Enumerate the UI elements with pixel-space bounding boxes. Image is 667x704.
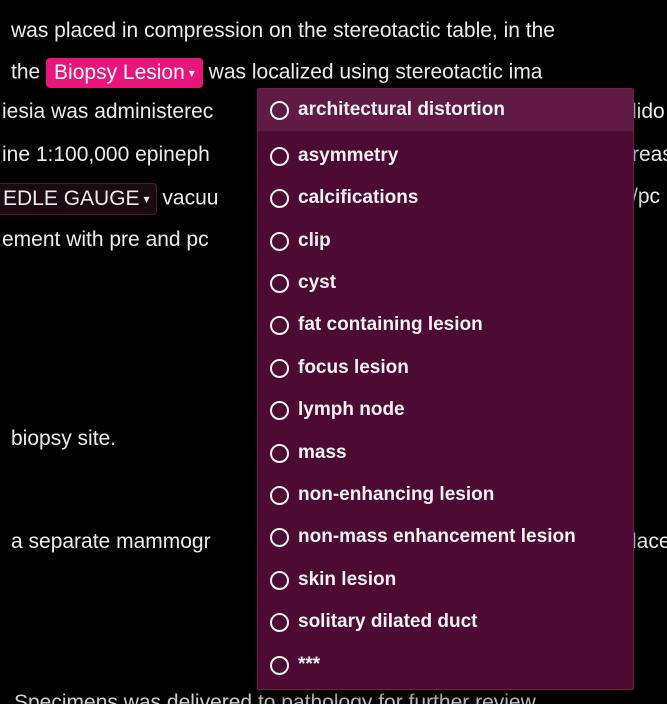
radio-unchecked-icon: [270, 188, 289, 208]
menu-option[interactable]: solitary dilated duct: [258, 601, 633, 643]
document-line: ement with pre and pc: [2, 226, 209, 254]
document-text: was localized using stereotactic ima: [208, 60, 543, 84]
menu-option[interactable]: calcifications: [258, 177, 633, 219]
radio-unchecked-icon: [270, 273, 289, 293]
radio-unchecked-icon: [270, 100, 289, 120]
menu-option[interactable]: focus lesion: [258, 347, 633, 389]
document-text: lido: [632, 100, 665, 123]
document-text: was placed in compression on the stereot…: [11, 19, 555, 42]
document-text: a separate mammogr: [11, 530, 211, 553]
radio-unchecked-icon: [270, 570, 289, 590]
menu-option[interactable]: architectural distortion: [258, 89, 633, 131]
chevron-down-icon: ▾: [143, 192, 150, 206]
radio-unchecked-icon: [270, 485, 289, 505]
option-label: calcifications: [298, 187, 419, 208]
option-label: skin lesion: [298, 569, 397, 590]
document-text: ine 1:100,000 epineph: [2, 143, 210, 166]
menu-option[interactable]: ***: [258, 644, 633, 686]
menu-option[interactable]: lymph node: [258, 389, 633, 431]
radio-unchecked-icon: [270, 315, 289, 335]
option-label: non-mass enhancement lesion: [298, 526, 576, 547]
dropdown-label: Biopsy Lesion: [54, 61, 185, 84]
document-line: the Biopsy Lesion ▾ was localized using s…: [11, 58, 543, 88]
document-line-fragment: /pc: [632, 183, 660, 211]
document-text: Specimens was delivered to pathology for…: [14, 691, 541, 704]
document-body: was placed in compression on the stereot…: [0, 0, 667, 704]
option-label: cyst: [298, 272, 337, 293]
radio-unchecked-icon: [270, 400, 289, 420]
radio-unchecked-icon: [270, 231, 289, 251]
menu-option[interactable]: mass: [258, 432, 633, 474]
menu-option[interactable]: non-mass enhancement lesion: [258, 516, 633, 558]
radio-unchecked-icon: [270, 655, 289, 675]
dropdown-label: EDLE GAUGE: [3, 187, 140, 210]
biopsy-lesion-dropdown[interactable]: Biopsy Lesion ▾: [46, 58, 203, 88]
document-line: a separate mammogr: [11, 528, 211, 556]
menu-option[interactable]: cyst: [258, 262, 633, 304]
document-text: iesia was administerec: [2, 100, 214, 123]
option-label: asymmetry: [298, 145, 399, 166]
document-line-fragment: lace: [632, 528, 667, 556]
menu-option[interactable]: asymmetry: [258, 135, 633, 177]
option-label: clip: [298, 230, 331, 251]
lesion-type-menu[interactable]: architectural distortion asymmetry calci…: [257, 88, 634, 690]
chevron-down-icon: ▾: [188, 66, 195, 80]
document-line: iesia was administerec: [2, 98, 213, 126]
option-label: focus lesion: [298, 357, 409, 378]
document-line: EDLE GAUGE ▾ vacuu: [0, 183, 219, 215]
radio-unchecked-icon: [270, 358, 289, 378]
document-line: biopsy site.: [11, 425, 116, 453]
option-label: fat containing lesion: [298, 314, 483, 335]
document-text: lace: [632, 530, 667, 553]
document-text: the: [11, 60, 41, 84]
document-line: Specimens was delivered to pathology for…: [14, 689, 540, 704]
option-label: ***: [298, 654, 321, 675]
document-text: vacuu: [162, 186, 219, 210]
document-line-fragment: reas: [632, 141, 667, 169]
document-text: reas: [632, 143, 667, 166]
menu-option[interactable]: fat containing lesion: [258, 304, 633, 346]
option-label: lymph node: [298, 399, 405, 420]
needle-gauge-dropdown[interactable]: EDLE GAUGE ▾: [0, 183, 157, 215]
menu-option[interactable]: non-enhancing lesion: [258, 474, 633, 516]
radio-unchecked-icon: [270, 443, 289, 463]
option-label: architectural distortion: [298, 99, 505, 120]
option-label: mass: [298, 442, 347, 463]
document-text: ement with pre and pc: [2, 228, 209, 251]
radio-unchecked-icon: [270, 527, 289, 547]
option-label: solitary dilated duct: [298, 611, 478, 632]
document-line-fragment: lido: [632, 98, 665, 126]
radio-unchecked-icon: [270, 612, 289, 632]
menu-option[interactable]: skin lesion: [258, 559, 633, 601]
document-line: was placed in compression on the stereot…: [11, 17, 555, 45]
document-text: biopsy site.: [11, 427, 117, 450]
menu-option[interactable]: clip: [258, 220, 633, 262]
document-line: ine 1:100,000 epineph: [2, 141, 210, 169]
option-label: non-enhancing lesion: [298, 484, 495, 505]
radio-unchecked-icon: [270, 146, 289, 166]
document-text: /pc: [632, 185, 661, 208]
